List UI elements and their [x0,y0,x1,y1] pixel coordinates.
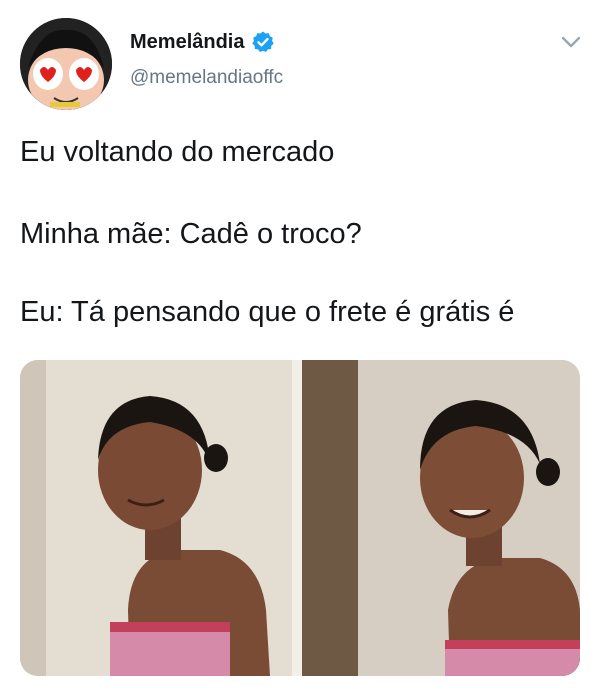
avatar-cartoon-icon [20,18,112,110]
name-row: Memelândia [130,30,275,54]
tweet-media-image[interactable] [20,360,580,676]
user-handle[interactable]: @memelandiaoffc [130,67,283,89]
display-name[interactable]: Memelândia [130,31,244,54]
verified-badge-icon [251,30,275,54]
tweet-card: Memelândia @memelandiaoffc Eu voltando d… [0,0,600,694]
tweet-text-line: Minha mãe: Cadê o troco? [20,218,362,250]
profile-avatar[interactable] [20,18,112,110]
tweet-text-line: Eu voltando do mercado [20,136,335,168]
tweet-text-line: Eu: Tá pensando que o frete é grátis é [20,296,515,328]
chevron-down-icon[interactable] [560,34,582,50]
